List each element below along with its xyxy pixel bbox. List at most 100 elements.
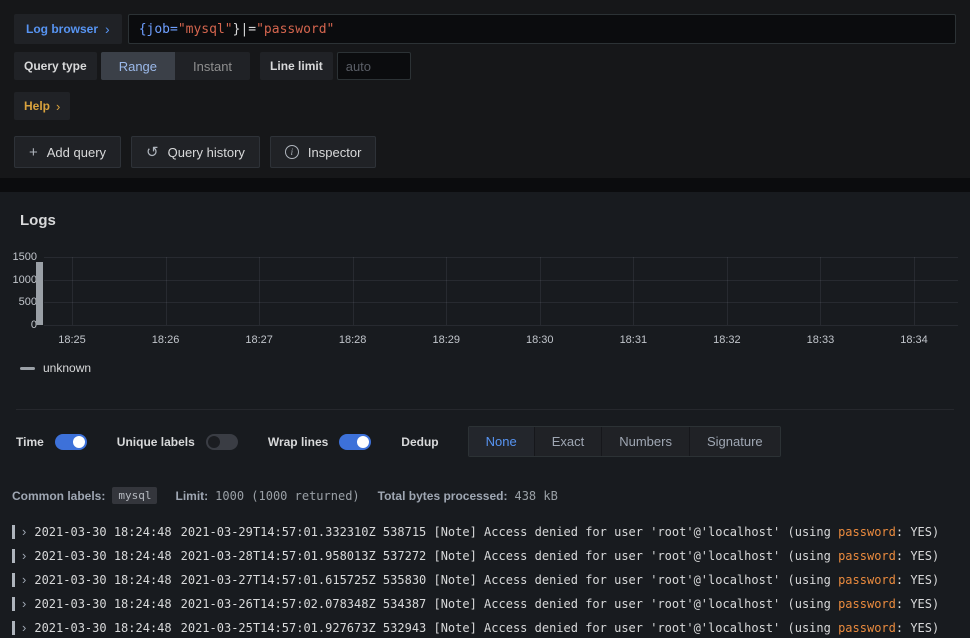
x-tick-label: 18:27	[245, 334, 273, 346]
log-row[interactable]: › 2021-03-30 18:24:48 2021-03-27T14:57:0…	[0, 568, 970, 592]
log-row[interactable]: › 2021-03-30 18:24:48 2021-03-25T14:57:0…	[0, 616, 970, 638]
legend-label-unknown[interactable]: unknown	[43, 361, 91, 375]
log-browser-button[interactable]: Log browser ›	[14, 14, 122, 44]
explore-view: Log browser › {job= "mysql" }|= "passwor…	[0, 0, 970, 638]
wrap-lines-toggle[interactable]	[339, 434, 371, 450]
add-query-button[interactable]: + Add query	[14, 136, 121, 168]
log-message-text: : YES)	[896, 573, 939, 587]
log-level-bar	[12, 549, 15, 563]
query-type-instant[interactable]: Instant	[175, 52, 250, 80]
x-tick-label: 18:29	[432, 334, 460, 346]
dedup-exact[interactable]: Exact	[534, 427, 602, 456]
unique-labels-label: Unique labels	[117, 435, 195, 449]
log-message-text: : YES)	[896, 525, 939, 539]
log-level-bar	[12, 573, 15, 587]
query-editor-section: Log browser › {job= "mysql" }|= "passwor…	[0, 0, 970, 178]
x-tick-label: 18:32	[713, 334, 741, 346]
log-timestamp: 2021-03-30 18:24:48	[34, 548, 171, 564]
chart-plot[interactable]	[44, 257, 958, 325]
help-button[interactable]: Help ›	[14, 92, 70, 120]
toggle-knob	[357, 436, 369, 448]
dedup-radio-group: None Exact Numbers Signature	[468, 426, 781, 457]
x-tick-label: 18:30	[526, 334, 554, 346]
wrap-lines-label: Wrap lines	[268, 435, 328, 449]
line-limit-input[interactable]	[337, 52, 411, 80]
log-message-text: 2021-03-27T14:57:01.615725Z 535830 [Note…	[181, 573, 838, 587]
log-rows: › 2021-03-30 18:24:48 2021-03-29T14:57:0…	[0, 520, 970, 638]
dedup-label: Dedup	[401, 435, 438, 449]
log-controls: Time Unique labels Wrap lines Dedup None…	[16, 409, 954, 457]
log-level-bar	[12, 597, 15, 611]
expand-chevron-icon[interactable]: ›	[22, 524, 26, 540]
query-type-range[interactable]: Range	[101, 52, 175, 80]
y-tick-label: 1500	[13, 251, 37, 263]
log-message: 2021-03-26T14:57:02.078348Z 534387 [Note…	[181, 596, 940, 612]
query-type-radio-group: Range Instant	[101, 52, 250, 80]
unique-labels-toggle[interactable]	[206, 434, 238, 450]
log-row[interactable]: › 2021-03-30 18:24:48 2021-03-28T14:57:0…	[0, 544, 970, 568]
expand-chevron-icon[interactable]: ›	[22, 548, 26, 564]
logs-chart: 150010005000 18:2518:2618:2718:2818:2918…	[0, 257, 970, 351]
y-tick-label: 500	[19, 296, 37, 308]
time-label: Time	[16, 435, 44, 449]
dedup-none[interactable]: None	[469, 427, 534, 456]
chart-bar-unknown	[36, 262, 43, 325]
bytes-processed-value: 438 kB	[514, 489, 557, 503]
time-toggle[interactable]	[55, 434, 87, 450]
log-message-text: 2021-03-29T14:57:01.332310Z 538715 [Note…	[181, 525, 838, 539]
log-row[interactable]: › 2021-03-30 18:24:48 2021-03-29T14:57:0…	[0, 520, 970, 544]
x-tick-label: 18:25	[58, 334, 86, 346]
log-message-text: 2021-03-28T14:57:01.958013Z 537272 [Note…	[181, 549, 838, 563]
inspector-button[interactable]: i Inspector	[270, 136, 376, 168]
log-match-highlight: password	[838, 525, 896, 539]
limit-value: 1000 (1000 returned)	[215, 489, 360, 503]
toggle-knob	[208, 436, 220, 448]
limit-label: Limit:	[175, 489, 208, 503]
dedup-numbers[interactable]: Numbers	[601, 427, 689, 456]
log-message: 2021-03-28T14:57:01.958013Z 537272 [Note…	[181, 548, 940, 564]
history-icon: ↺	[146, 145, 159, 160]
dedup-signature[interactable]: Signature	[689, 427, 780, 456]
log-match-highlight: password	[838, 549, 896, 563]
log-level-bar	[12, 525, 15, 539]
log-meta: Common labels: mysql Limit: 1000 (1000 r…	[12, 487, 958, 504]
help-label: Help	[24, 99, 50, 113]
log-timestamp: 2021-03-30 18:24:48	[34, 596, 171, 612]
expand-chevron-icon[interactable]: ›	[22, 596, 26, 612]
chart-x-axis: 18:25 18:26 18:27 18:28 18:29 18:30 18:31 18:32…	[44, 325, 958, 351]
query-token-operator: }|=	[233, 22, 256, 37]
logs-panel: Logs 150010005000 18:2518:2618:2718:2818…	[0, 192, 970, 638]
y-tick-label: 1000	[13, 274, 37, 286]
log-timestamp: 2021-03-30 18:24:48	[34, 572, 171, 588]
info-icon: i	[285, 145, 299, 159]
log-message-text: : YES)	[896, 597, 939, 611]
expand-chevron-icon[interactable]: ›	[22, 620, 26, 636]
log-timestamp: 2021-03-30 18:24:48	[34, 620, 171, 636]
common-labels-value: mysql	[112, 487, 157, 504]
x-tick-label: 18:33	[807, 334, 835, 346]
plus-icon: +	[29, 145, 38, 160]
query-type-label: Query type	[14, 52, 97, 80]
query-token-string: "mysql"	[178, 22, 233, 37]
query-token-selector: {job=	[139, 22, 178, 37]
panel-title: Logs	[0, 192, 970, 229]
x-tick-label: 18:26	[152, 334, 180, 346]
x-tick-label: 18:28	[339, 334, 367, 346]
line-limit-label: Line limit	[260, 52, 333, 80]
chart-legend: unknown	[20, 361, 970, 375]
log-row[interactable]: › 2021-03-30 18:24:48 2021-03-26T14:57:0…	[0, 592, 970, 616]
log-message: 2021-03-27T14:57:01.615725Z 535830 [Note…	[181, 572, 940, 588]
query-history-button[interactable]: ↺ Query history	[131, 136, 260, 168]
query-input[interactable]: {job= "mysql" }|= "password"	[128, 14, 956, 44]
log-message: 2021-03-29T14:57:01.332310Z 538715 [Note…	[181, 524, 940, 540]
expand-chevron-icon[interactable]: ›	[22, 572, 26, 588]
log-message: 2021-03-25T14:57:01.927673Z 532943 [Note…	[181, 620, 940, 636]
log-match-highlight: password	[838, 621, 896, 635]
log-browser-label: Log browser	[26, 22, 98, 36]
log-match-highlight: password	[838, 573, 896, 587]
bytes-processed-label: Total bytes processed:	[378, 489, 508, 503]
log-match-highlight: password	[838, 597, 896, 611]
x-tick-label: 18:31	[620, 334, 648, 346]
log-message-text: 2021-03-25T14:57:01.927673Z 532943 [Note…	[181, 621, 838, 635]
log-message-text: : YES)	[896, 549, 939, 563]
